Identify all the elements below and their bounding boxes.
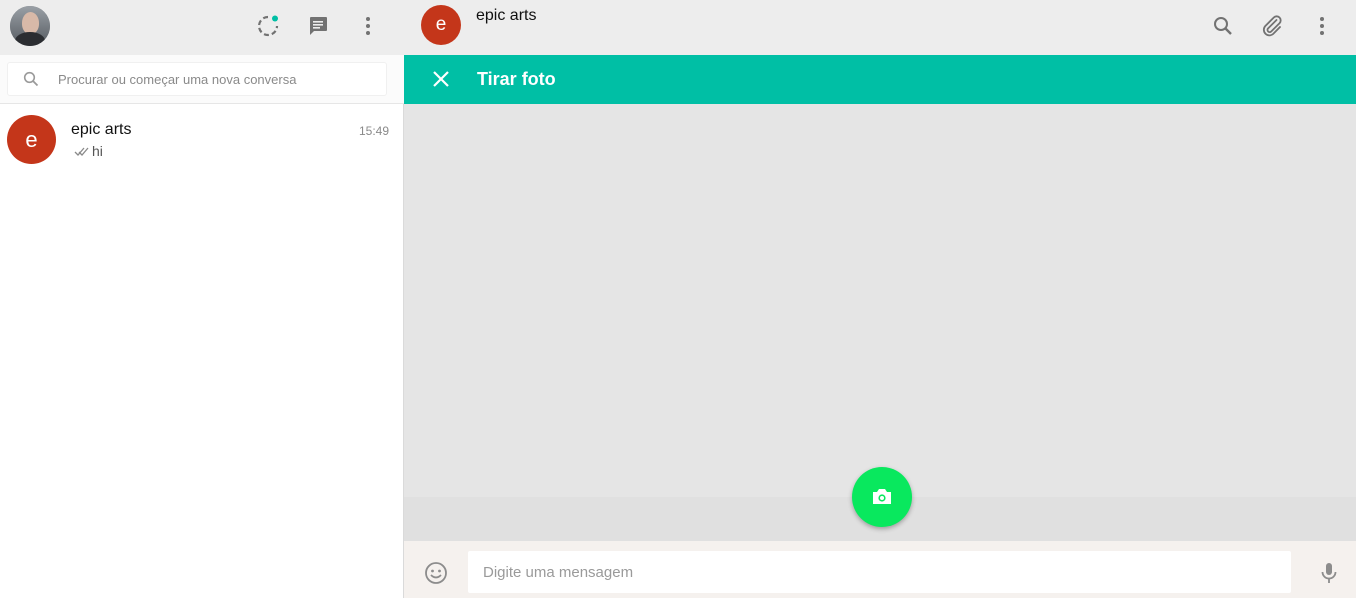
search-box [7,62,387,96]
search-icon [23,71,39,87]
search-input[interactable] [58,63,378,95]
compose-bar [404,541,1356,598]
chat-time: 15:49 [358,124,389,138]
menu-icon[interactable] [1310,14,1334,38]
chat-list-item[interactable]: e epic arts 15:49 hi [0,105,404,177]
new-chat-icon[interactable] [306,14,330,38]
chat-list-pane: e epic arts 15:49 hi [0,0,404,598]
take-photo-bar: Tirar foto [404,55,1356,104]
search-icon[interactable] [1211,14,1235,38]
emoji-icon[interactable] [424,561,448,585]
conversation-pane: e epic arts Tirar foto [404,0,1356,598]
contact-avatar: e [7,115,56,164]
double-check-icon [74,147,89,156]
sidebar-header [0,0,404,55]
camera-preview [404,104,1356,497]
menu-icon[interactable] [356,14,380,38]
conversation-header: e epic arts [404,0,1356,55]
chat-name: epic arts [71,121,132,138]
search-bar [0,55,404,104]
contact-name[interactable]: epic arts [476,7,536,25]
user-avatar[interactable] [10,6,50,46]
mic-icon[interactable] [1317,561,1341,585]
chat-preview: hi [92,143,103,159]
take-photo-title: Tirar foto [477,69,556,89]
attach-icon[interactable] [1260,14,1284,38]
close-icon[interactable] [431,69,451,89]
message-input[interactable] [468,551,1291,593]
contact-avatar[interactable]: e [421,5,461,45]
status-icon[interactable] [256,14,280,38]
camera-icon [873,489,891,504]
capture-photo-button[interactable] [852,467,912,527]
